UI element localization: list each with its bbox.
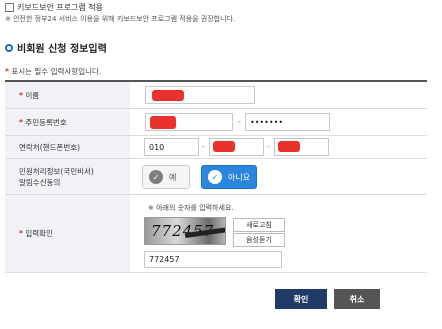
captcha-label: * 입력확인 (5, 195, 130, 272)
required-star: * (19, 90, 23, 100)
consent-no-label: 아니요 (228, 172, 251, 182)
keyboard-security-option[interactable]: 키보드보안 프로그램 적용 (5, 2, 103, 13)
dash-separator: - (267, 142, 270, 151)
required-note: * 표시는 필수 입력사항입니다. (5, 66, 101, 77)
resident-id-back-input[interactable]: ••••••• (245, 113, 330, 131)
phone-last-input[interactable] (274, 138, 329, 156)
resident-id-back-value: ••••••• (250, 117, 284, 127)
phone-prefix-input[interactable]: 010 (144, 138, 199, 156)
captcha-hint: ※ 아래의 숫자를 입력하세요. (148, 204, 234, 212)
bullet-circle-icon (5, 43, 13, 52)
captcha-image: 772457 (144, 217, 226, 245)
required-star: * (19, 117, 23, 127)
captcha-refresh-button[interactable]: 새로고침 (233, 218, 285, 232)
section-title-text: 비회원 신청 정보입력 (17, 44, 107, 55)
security-notice: ※ 안전한 정부24 서비스 이용을 위해 키보드보안 프로그램 적용을 권장합… (5, 15, 236, 23)
redaction-mark (152, 90, 184, 101)
consent-yes-label: 예 (169, 172, 177, 182)
consent-label-text: 민원처리정보(국민비서) 알림수신동의 (19, 166, 94, 187)
form-row-captcha: * 입력확인 ※ 아래의 숫자를 입력하세요. 772457 새로고침 음성듣기… (5, 195, 427, 273)
form-row-name: * 이름 (5, 82, 427, 109)
redaction-mark (150, 116, 176, 129)
resident-id-label-text: 주민등록번호 (25, 117, 67, 127)
captcha-input[interactable]: 772457 (144, 251, 282, 268)
check-icon: ✓ (149, 170, 163, 184)
cancel-button[interactable]: 취소 (334, 289, 380, 309)
resident-id-front-input[interactable] (145, 113, 233, 131)
consent-label: 민원처리정보(국민비서) 알림수신동의 (5, 159, 130, 194)
required-note-text: 표시는 필수 입력사항입니다. (11, 67, 102, 76)
name-label-text: 이름 (25, 90, 40, 100)
confirm-button[interactable]: 확인 (275, 289, 327, 309)
phone-label: 연락처(핸드폰번호) (5, 136, 130, 158)
keyboard-security-checkbox[interactable] (5, 3, 14, 12)
dash-separator: - (202, 142, 205, 151)
section-title: 비회원 신청 정보입력 (5, 40, 107, 55)
form-row-phone: 연락처(핸드폰번호) 010 - - (5, 136, 427, 159)
name-input[interactable] (145, 86, 255, 104)
form-row-resident-id: * 주민등록번호 - ••••••• (5, 109, 427, 136)
required-star: * (5, 67, 9, 76)
required-star: * (19, 229, 23, 238)
redaction-mark (213, 141, 235, 152)
check-icon: ✓ (208, 170, 222, 184)
phone-middle-input[interactable] (209, 138, 264, 156)
phone-prefix-value: 010 (149, 142, 165, 152)
captcha-label-text: 입력확인 (25, 229, 53, 238)
keyboard-security-label: 키보드보안 프로그램 적용 (17, 3, 104, 12)
form-row-consent: 민원처리정보(국민비서) 알림수신동의 ✓ 예 ✓ 아니요 (5, 159, 427, 195)
consent-no-button[interactable]: ✓ 아니요 (201, 165, 257, 189)
resident-id-label: * 주민등록번호 (5, 109, 130, 135)
consent-yes-button[interactable]: ✓ 예 (142, 165, 190, 189)
phone-label-text: 연락처(핸드폰번호) (19, 142, 81, 152)
dash-separator: - (238, 117, 241, 126)
redaction-mark (278, 141, 300, 152)
captcha-audio-button[interactable]: 음성듣기 (233, 233, 285, 247)
captcha-input-value: 772457 (149, 255, 180, 264)
name-label: * 이름 (5, 82, 130, 108)
